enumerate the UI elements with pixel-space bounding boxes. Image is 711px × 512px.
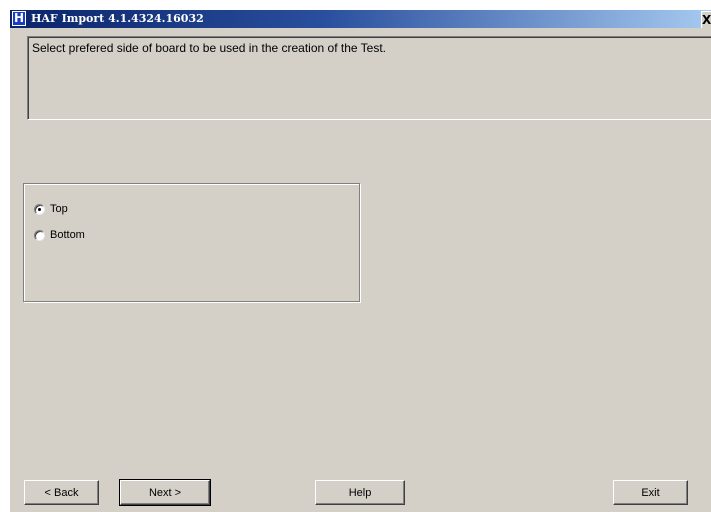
- radio-bottom[interactable]: [34, 229, 45, 241]
- wizard-window: H HAF Import 4.1.4324.16032 X Select pre…: [9, 9, 711, 512]
- radio-top[interactable]: [34, 203, 45, 215]
- title-bar[interactable]: H HAF Import 4.1.4324.16032 X: [10, 10, 711, 28]
- close-button[interactable]: X: [701, 11, 711, 28]
- back-button-label: < Back: [44, 486, 79, 499]
- help-button-label: Help: [348, 486, 372, 499]
- exit-button[interactable]: Exit: [613, 480, 688, 505]
- next-button[interactable]: Next >: [119, 479, 211, 506]
- help-button[interactable]: Help: [315, 480, 405, 505]
- instruction-text: Select prefered side of board to be used…: [32, 41, 387, 55]
- instruction-panel: Select prefered side of board to be used…: [27, 36, 711, 120]
- radio-bottom-label: Bottom: [50, 229, 85, 241]
- exit-button-label: Exit: [641, 486, 660, 499]
- radio-bottom-option[interactable]: Bottom: [34, 229, 85, 241]
- window-title: HAF Import 4.1.4324.16032: [31, 12, 204, 25]
- radio-top-option[interactable]: Top: [34, 203, 68, 215]
- radio-top-label: Top: [50, 203, 68, 215]
- board-side-group: Top Bottom: [23, 183, 360, 302]
- next-button-label: Next >: [148, 486, 182, 499]
- app-icon: H: [12, 11, 26, 26]
- back-button[interactable]: < Back: [24, 480, 99, 505]
